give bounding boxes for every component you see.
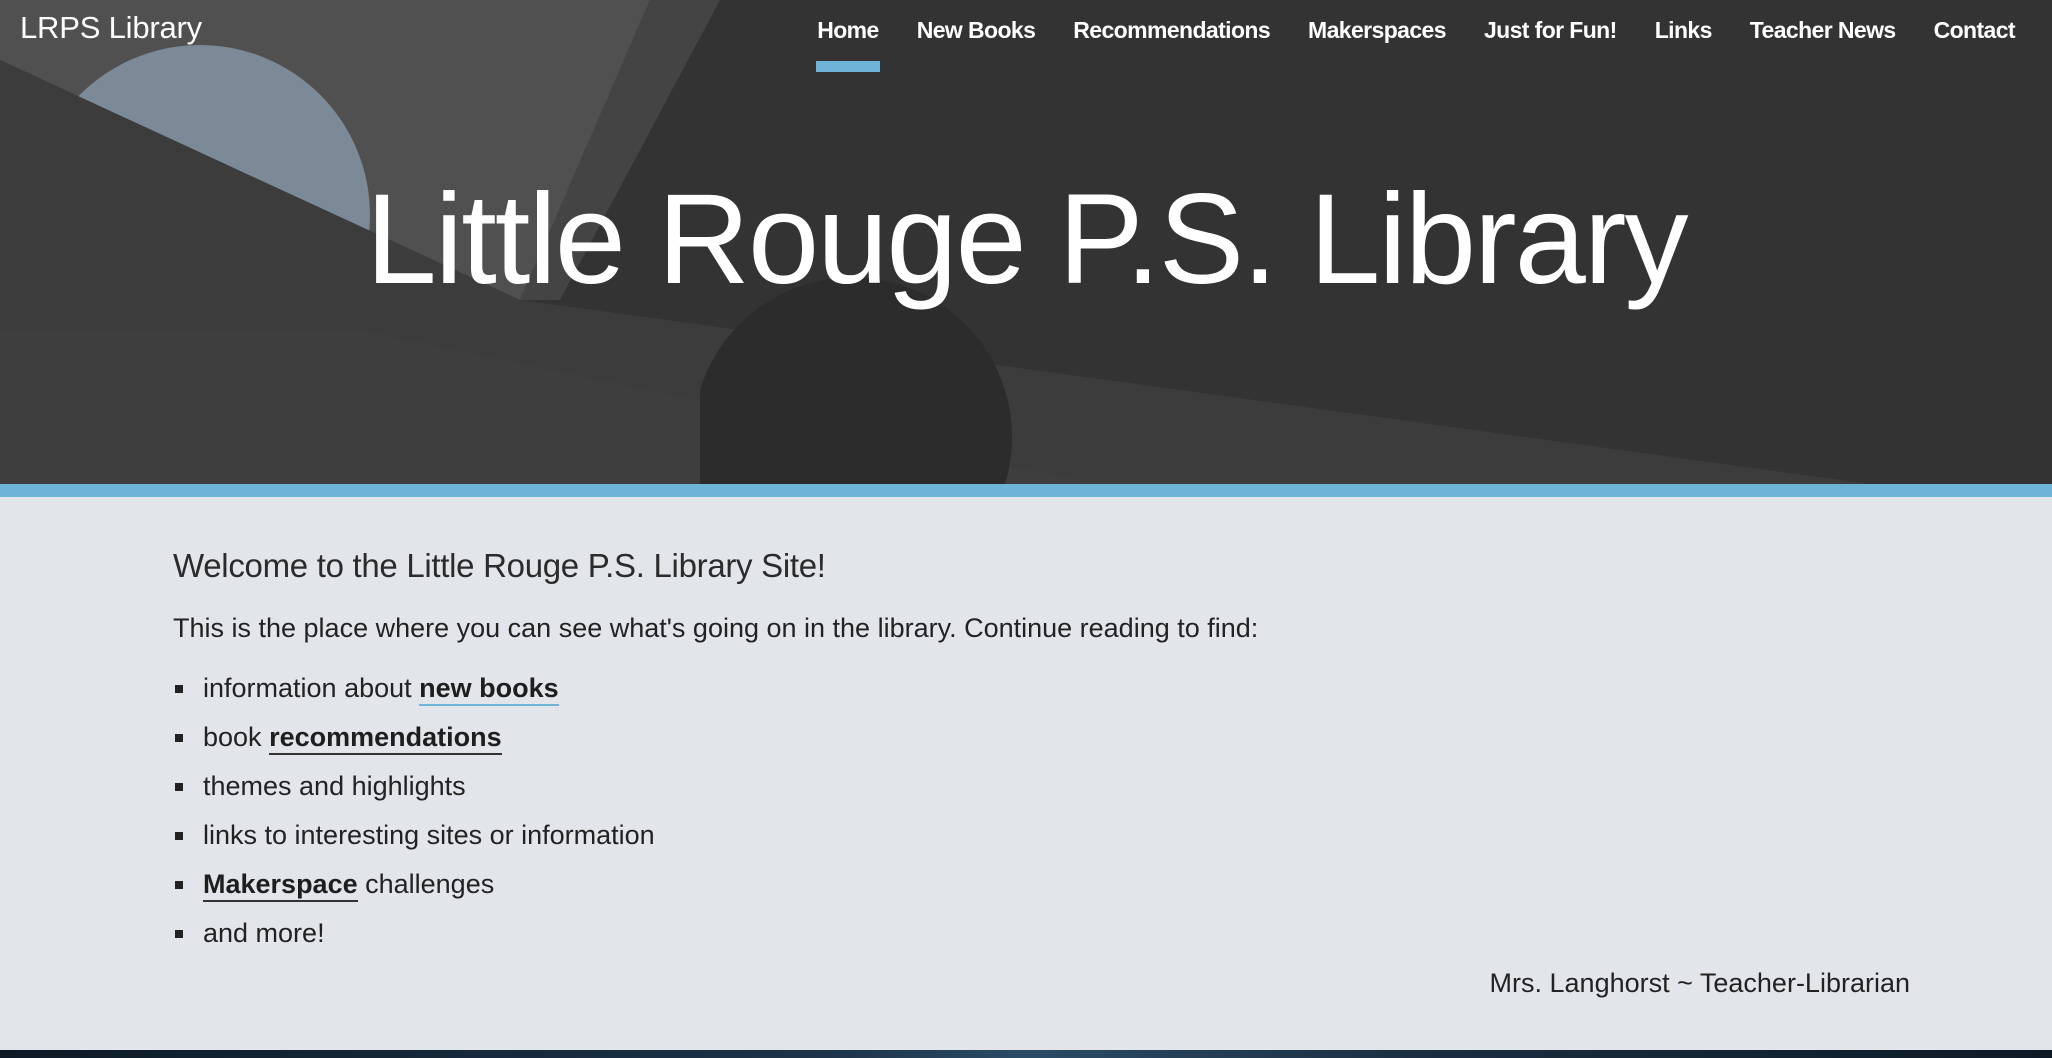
new-books-link[interactable]: new books <box>419 673 559 706</box>
list-item-text: challenges <box>357 869 495 899</box>
list-item: book recommendations <box>173 713 1883 762</box>
nav-item-links[interactable]: Links <box>1636 0 1731 60</box>
list-item-text: links to interesting sites or informatio… <box>203 820 655 850</box>
nav-item-new-books[interactable]: New Books <box>898 0 1055 60</box>
accent-divider <box>0 484 2052 497</box>
brand-link[interactable]: LRPS Library <box>20 10 202 46</box>
list-item: information about new books <box>173 664 1883 713</box>
signature: Mrs. Langhorst ~ Teacher-Librarian <box>1489 968 1910 998</box>
list-item: themes and highlights <box>173 762 1883 811</box>
list-item-text: book <box>203 722 270 752</box>
nav-item-teacher-news[interactable]: Teacher News <box>1731 0 1915 60</box>
list-item-text: information about <box>203 673 420 703</box>
makerspace-link[interactable]: Makerspace <box>203 869 358 902</box>
nav-item-recommendations[interactable]: Recommendations <box>1054 0 1289 60</box>
hero-header: LRPS Library Home New Books Recommendati… <box>0 0 2052 484</box>
welcome-heading: Welcome to the Little Rouge P.S. Library… <box>173 547 826 584</box>
footer-image-strip <box>0 1050 2052 1058</box>
feature-list: information about new books book recomme… <box>173 664 1883 958</box>
list-item: and more! <box>173 909 1883 958</box>
list-item: Makerspace challenges <box>173 860 1883 909</box>
main-content: Welcome to the Little Rouge P.S. Library… <box>173 497 1883 958</box>
nav-item-makerspaces[interactable]: Makerspaces <box>1289 0 1465 60</box>
recommendations-link[interactable]: recommendations <box>269 722 502 755</box>
list-item-text: and more! <box>203 918 325 948</box>
intro-text: This is the place where you can see what… <box>173 613 1259 643</box>
list-item: links to interesting sites or informatio… <box>173 811 1883 860</box>
hero-title: Little Rouge P.S. Library <box>365 168 1689 311</box>
nav-item-just-for-fun[interactable]: Just for Fun! <box>1465 0 1636 60</box>
main-nav: Home New Books Recommendations Makerspac… <box>798 0 2034 72</box>
page: LRPS Library Home New Books Recommendati… <box>0 0 2052 1058</box>
nav-item-contact[interactable]: Contact <box>1915 0 2034 60</box>
nav-item-home[interactable]: Home <box>798 0 898 72</box>
list-item-text: themes and highlights <box>203 771 466 801</box>
